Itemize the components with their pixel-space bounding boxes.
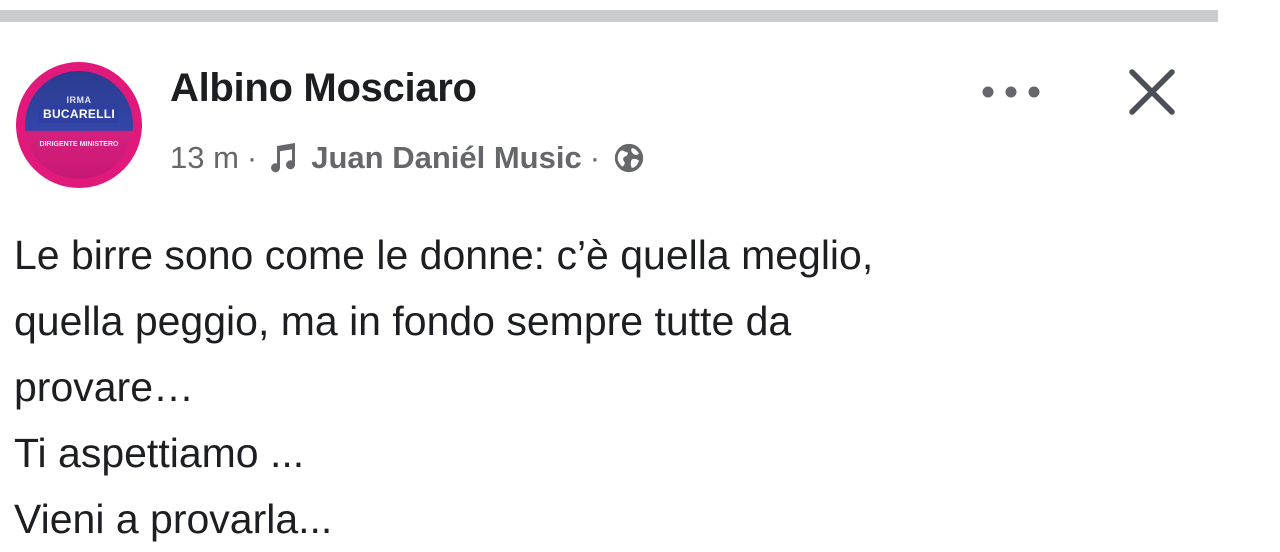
music-note-icon — [271, 143, 296, 173]
avatar-small-text: IRMA — [66, 95, 92, 105]
close-icon — [1129, 69, 1175, 115]
post-text-line: Ti aspettiamo ... — [14, 430, 305, 476]
post-meta: 13 m · Juan Daniél Music · — [170, 138, 646, 178]
music-label[interactable]: Juan Daniél Music — [311, 140, 581, 176]
post-text-line: Vieni a provarla... — [14, 496, 333, 542]
meta-separator: · — [246, 140, 258, 175]
more-options-icon — [982, 86, 1040, 98]
post-header: IRMA BUCARELLI DIRIGENTE MINISTERO Albin… — [16, 62, 1216, 192]
post-text-line: provare… — [14, 364, 195, 410]
author-name[interactable]: Albino Mosciaro — [170, 66, 477, 111]
avatar-name-text: BUCARELLI — [38, 105, 120, 123]
post-text-line: quella peggio, ma in fondo sempre tutte … — [14, 298, 792, 344]
avatar-sub-text: DIRIGENTE MINISTERO — [39, 141, 119, 148]
close-button[interactable] — [1122, 62, 1182, 122]
avatar-image: IRMA BUCARELLI DIRIGENTE MINISTERO — [25, 71, 133, 179]
more-options-button[interactable] — [976, 72, 1046, 112]
globe-icon — [614, 143, 644, 173]
post-time[interactable]: 13 m — [170, 140, 239, 176]
avatar[interactable]: IRMA BUCARELLI DIRIGENTE MINISTERO — [16, 62, 142, 188]
meta-separator-2: · — [589, 140, 601, 175]
post-text: Le birre sono come le donne: c’è quella … — [14, 222, 1214, 552]
post-text-line: Le birre sono come le donne: c’è quella … — [14, 232, 874, 278]
top-divider — [0, 10, 1218, 22]
